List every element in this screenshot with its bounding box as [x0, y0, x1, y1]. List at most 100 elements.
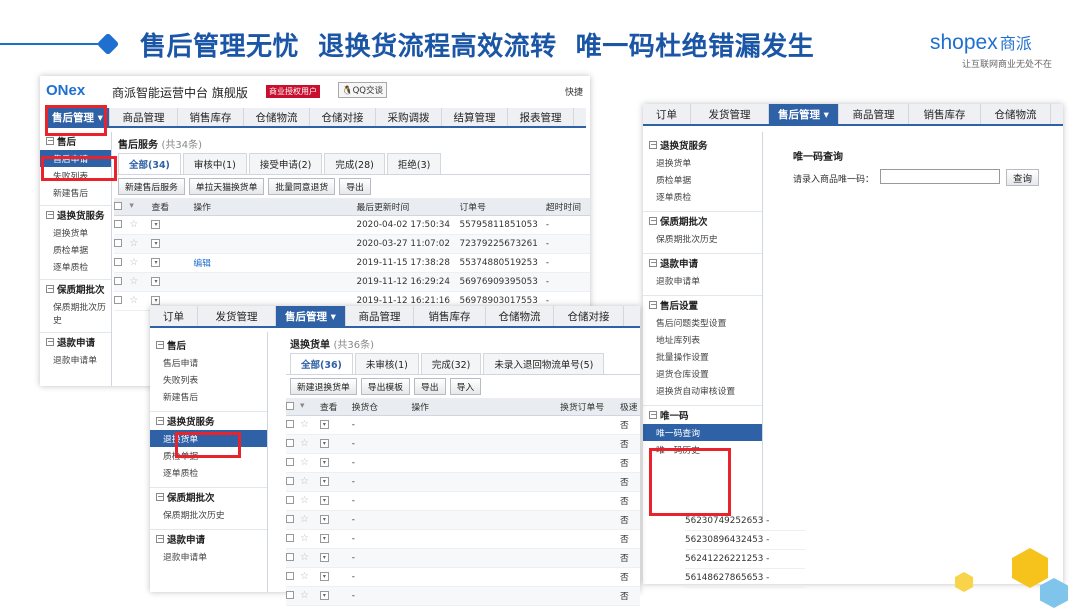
view-dropdown-icon[interactable]: ▾ [151, 257, 161, 267]
row-view-cell[interactable]: ▾ [319, 434, 352, 454]
sidebar-group-1[interactable]: − 保质期批次 [643, 211, 762, 230]
collapse-icon[interactable]: − [649, 141, 657, 149]
sidebar-item[interactable]: 退货仓库设置 [643, 365, 762, 382]
view-dropdown-icon[interactable]: ▾ [319, 457, 329, 467]
row-star-cell[interactable]: ☆ [299, 491, 320, 511]
toolbar-button[interactable]: 导入 [449, 378, 482, 395]
sidebar-item[interactable]: 保质期批次历史 [150, 506, 267, 523]
row-check-cell[interactable] [114, 272, 130, 292]
filter-tab[interactable]: 审核中(1) [182, 153, 247, 174]
sidebar-item[interactable]: 新建售后 [150, 388, 267, 405]
sidebar-item[interactable]: 新建售后 [40, 184, 111, 201]
row-check-cell[interactable] [114, 215, 130, 235]
star-icon[interactable]: ☆ [300, 457, 309, 468]
row-view-cell[interactable]: ▾ [151, 215, 194, 235]
row-check-cell[interactable] [286, 434, 300, 454]
row-view-cell[interactable]: ▾ [151, 253, 194, 273]
row-checkbox[interactable] [286, 477, 294, 485]
row-star-cell[interactable]: ☆ [129, 234, 152, 254]
row-checkbox[interactable] [114, 296, 122, 304]
sidebar-item[interactable]: 售后申请 [150, 354, 267, 371]
sidebar-group-1[interactable]: − 退换货服务 [150, 411, 267, 430]
row-check-cell[interactable] [286, 529, 300, 549]
row-check-cell[interactable] [286, 491, 300, 511]
tab-s1-1[interactable]: 商品管理 [110, 108, 178, 126]
sidebar-item[interactable]: 退款申请单 [643, 272, 762, 289]
tab-s2-5[interactable]: 仓储物流 [486, 306, 554, 326]
star-icon[interactable]: ☆ [129, 238, 138, 249]
row-view-cell[interactable]: ▾ [319, 510, 352, 530]
row-checkbox[interactable] [286, 458, 294, 466]
star-icon[interactable]: ☆ [300, 533, 309, 544]
sidebar-group-3[interactable]: − 退款申请 [40, 332, 111, 351]
row-operation[interactable] [411, 472, 561, 492]
row-checkbox[interactable] [114, 220, 122, 228]
sidebar-group-3[interactable]: − 退款申请 [150, 529, 267, 548]
sidebar-group-2[interactable]: − 退款申请 [643, 253, 762, 272]
row-checkbox[interactable] [286, 591, 294, 599]
row-operation[interactable] [411, 491, 561, 511]
star-icon[interactable]: ☆ [300, 495, 309, 506]
sidebar-item[interactable]: 退换货单 [643, 154, 762, 171]
toolbar-button[interactable]: 批量同意退货 [268, 178, 336, 195]
view-dropdown-icon[interactable]: ▾ [319, 495, 329, 505]
star-icon[interactable]: ☆ [300, 419, 309, 430]
row-view-cell[interactable]: ▾ [319, 415, 352, 435]
query-button[interactable]: 查询 [1006, 169, 1040, 186]
star-icon[interactable]: ☆ [300, 476, 309, 487]
tab-s2-4[interactable]: 销售库存 [414, 306, 486, 326]
collapse-icon[interactable]: − [649, 301, 657, 309]
sidebar-item[interactable]: 保质期批次历史 [40, 298, 111, 328]
row-check-cell[interactable] [286, 415, 300, 435]
filter-tab[interactable]: 未录入退回物流单号(5) [483, 353, 605, 374]
tab-s3-1[interactable]: 发货管理 [691, 104, 769, 124]
row-star-cell[interactable]: ☆ [299, 472, 320, 492]
row-star-cell[interactable]: ☆ [129, 215, 152, 235]
row-star-cell[interactable]: ☆ [299, 586, 320, 606]
sidebar-group-2[interactable]: − 保质期批次 [40, 279, 111, 298]
row-checkbox[interactable] [286, 553, 294, 561]
row-star-cell[interactable]: ☆ [299, 529, 320, 549]
star-icon[interactable]: ☆ [129, 276, 138, 287]
view-dropdown-icon[interactable]: ▾ [151, 276, 161, 286]
row-checkbox[interactable] [114, 258, 122, 266]
sidebar-item[interactable]: 逐单质检 [40, 258, 111, 275]
sidebar-item[interactable]: 退款申请单 [40, 351, 111, 368]
tab-s2-1[interactable]: 发货管理 [198, 306, 276, 326]
row-operation[interactable] [411, 548, 561, 568]
sidebar-item[interactable]: 地址库列表 [643, 331, 762, 348]
collapse-icon[interactable]: − [46, 285, 54, 293]
row-check-cell[interactable] [286, 548, 300, 568]
row-check-cell[interactable] [114, 234, 130, 254]
select-all-checkbox[interactable] [286, 401, 294, 410]
row-check-cell[interactable] [286, 453, 300, 473]
select-all-header[interactable] [286, 398, 300, 416]
row-operation[interactable] [411, 586, 561, 606]
view-dropdown-icon[interactable]: ▾ [151, 219, 161, 229]
collapse-icon[interactable]: − [156, 535, 164, 543]
tab-s2-2[interactable]: 售后管理 ▾ [276, 306, 346, 326]
tab-s1-3[interactable]: 仓储物流 [244, 108, 310, 126]
qq-chat-button[interactable]: 🐧QQ交谈 [338, 82, 387, 98]
filter-tab[interactable]: 全部(36) [290, 353, 353, 374]
tab-s3-0[interactable]: 订单 [643, 104, 691, 124]
toolbar-button[interactable]: 单拉天猫换货单 [188, 178, 265, 195]
tab-s3-3[interactable]: 商品管理 [839, 104, 909, 124]
star-icon[interactable]: ☆ [129, 295, 138, 306]
tab-s1-6[interactable]: 结算管理 [442, 108, 508, 126]
row-view-cell[interactable]: ▾ [151, 234, 194, 254]
row-operation[interactable] [193, 234, 357, 254]
view-dropdown-icon[interactable]: ▾ [319, 438, 329, 448]
view-dropdown-icon[interactable]: ▾ [319, 514, 329, 524]
view-dropdown-icon[interactable]: ▾ [319, 533, 329, 543]
sidebar-item[interactable]: 退换货自动审核设置 [643, 382, 762, 399]
star-icon[interactable]: ☆ [300, 552, 309, 563]
unique-code-input[interactable] [880, 169, 1000, 184]
toolbar-button[interactable]: 导出 [339, 178, 371, 195]
sidebar-item[interactable]: 逐单质检 [643, 188, 762, 205]
row-star-cell[interactable]: ☆ [299, 548, 320, 568]
row-check-cell[interactable] [286, 586, 300, 606]
sidebar-group-2[interactable]: − 保质期批次 [150, 487, 267, 506]
star-icon[interactable]: ☆ [300, 590, 309, 601]
toolbar-button[interactable]: 导出 [414, 378, 446, 395]
